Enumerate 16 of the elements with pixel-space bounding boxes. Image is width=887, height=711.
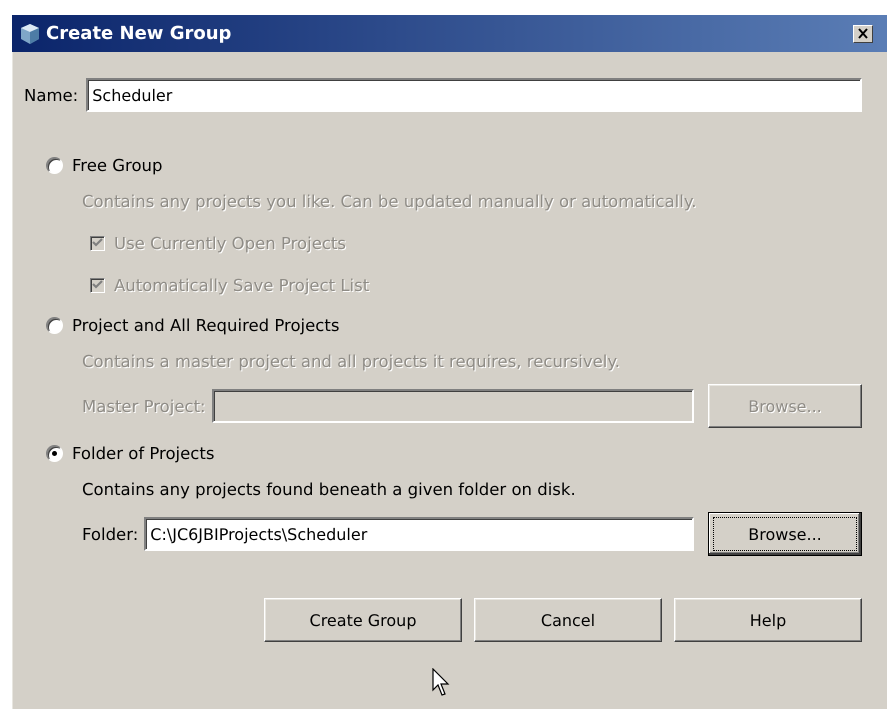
browse-button[interactable]: Browse... [708,512,862,556]
option-description: Contains a master project and all projects it requires, recursively. [82,352,622,373]
window-title: Create New Group [46,23,232,44]
field-label: Name: [24,86,78,104]
option-description: Contains any projects found beneath a given folder on disk. [82,480,577,501]
radio-label[interactable]: Project and All Required Projects [72,316,340,334]
field-label: Master Project: [82,396,206,416]
text-field[interactable]: C:\JC6JBIProjects\Scheduler [144,517,694,551]
radio-label[interactable]: Folder of Projects [72,444,214,462]
name-field[interactable]: Scheduler [86,78,862,112]
option-description: Contains any projects you like. Can be updated manually or automatically. [82,192,698,213]
dialog-button[interactable]: Create Group [264,598,462,642]
dialog-button[interactable]: Cancel [474,598,662,642]
field-label: Folder: [82,524,138,544]
radio-label[interactable]: Free Group [72,156,162,174]
dialog-button[interactable]: Help [674,598,862,642]
